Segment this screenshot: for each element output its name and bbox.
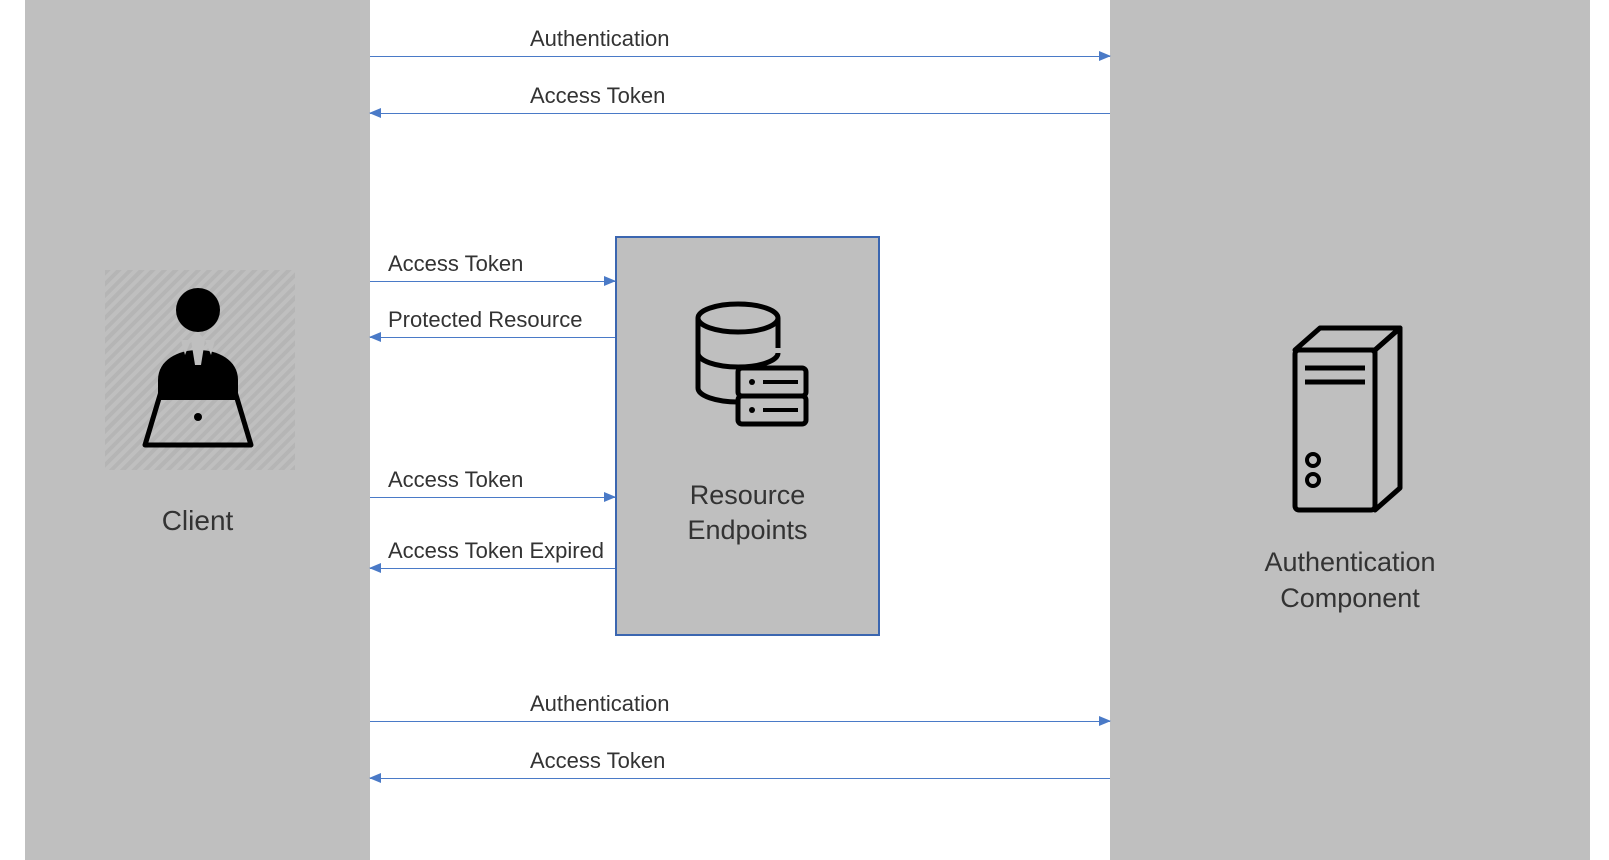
arrow-access-token-top — [370, 113, 1110, 114]
arrow-protected-resource — [370, 337, 615, 338]
arrow-access-token-to-resource-2-label: Access Token — [388, 467, 523, 493]
arrow-access-token-expired — [370, 568, 615, 569]
arrow-authentication-bottom-label: Authentication — [530, 691, 669, 717]
arrow-access-token-top-label: Access Token — [530, 83, 665, 109]
arrow-access-token-to-resource-2 — [370, 497, 615, 498]
auth-label-line1: Authentication — [1264, 547, 1435, 577]
server-tower-icon — [1110, 320, 1590, 525]
arrow-access-token-bottom-label: Access Token — [530, 748, 665, 774]
arrow-authentication-top — [370, 56, 1110, 57]
resource-label-line1: Resource — [690, 480, 806, 510]
arrow-access-token-bottom — [370, 778, 1110, 779]
client-label: Client — [25, 505, 370, 537]
diagram-canvas: Client Resource Endpoints — [0, 0, 1609, 860]
arrow-access-token-expired-label: Access Token Expired — [388, 538, 604, 564]
arrow-access-token-to-resource-1 — [370, 281, 615, 282]
arrow-protected-resource-label: Protected Resource — [388, 307, 582, 333]
arrow-authentication-bottom — [370, 721, 1110, 722]
auth-label: Authentication Component — [1110, 544, 1590, 617]
arrow-access-token-to-resource-1-label: Access Token — [388, 251, 523, 277]
person-laptop-icon — [25, 270, 370, 475]
database-server-icon — [617, 298, 878, 443]
resource-label-line2: Endpoints — [687, 515, 807, 545]
resource-label: Resource Endpoints — [617, 478, 878, 548]
arrow-authentication-top-label: Authentication — [530, 26, 669, 52]
auth-label-line2: Component — [1280, 583, 1420, 613]
resource-endpoints-box: Resource Endpoints — [615, 236, 880, 636]
